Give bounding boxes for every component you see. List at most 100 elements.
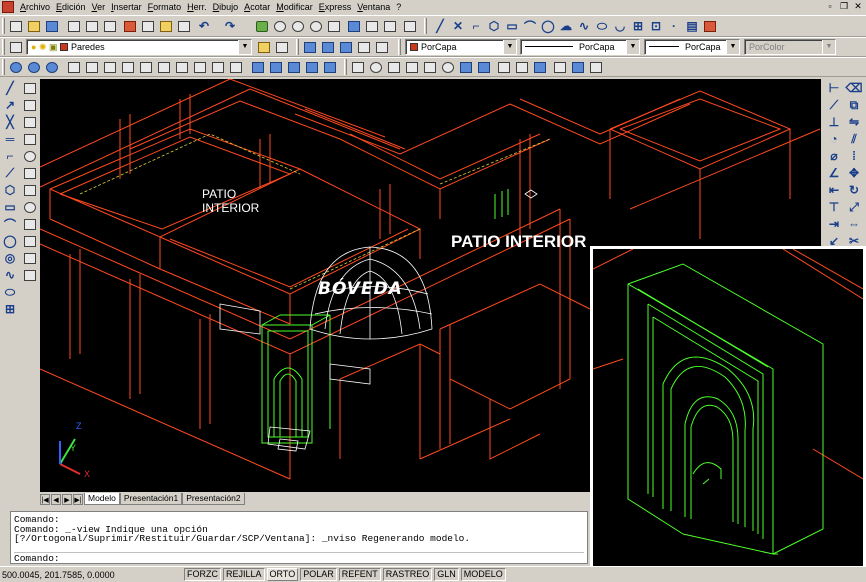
continue-dim-icon[interactable]: ⇥: [826, 216, 842, 232]
slice-icon[interactable]: [496, 59, 512, 75]
open-file-icon[interactable]: [26, 18, 42, 34]
angular-dim-icon[interactable]: ∠: [826, 165, 842, 181]
ucs-object-icon[interactable]: [322, 59, 338, 75]
move-icon[interactable]: ✥: [846, 165, 862, 181]
se-iso-view-icon[interactable]: [192, 59, 208, 75]
aligned-dim-icon[interactable]: ⟋: [826, 97, 842, 113]
3dface-icon[interactable]: [22, 216, 38, 232]
match-properties-icon[interactable]: [176, 18, 192, 34]
arc-icon[interactable]: ⌒: [2, 216, 18, 232]
chevron-down-icon[interactable]: ▼: [626, 40, 639, 54]
pan-icon[interactable]: [254, 18, 270, 34]
wedge-icon[interactable]: [22, 97, 38, 113]
layer-combo[interactable]: ● ✺ ▣ Paredes ▼: [26, 39, 252, 55]
zoom-realtime-icon[interactable]: [272, 18, 288, 34]
front-view-icon[interactable]: [138, 59, 154, 75]
section-icon[interactable]: [514, 59, 530, 75]
stretch-icon[interactable]: ⇔: [846, 216, 862, 232]
region-icon[interactable]: [702, 18, 718, 34]
revolve-icon[interactable]: [476, 59, 492, 75]
toolbar-grip[interactable]: [344, 59, 347, 75]
dish-icon[interactable]: [22, 182, 38, 198]
ucs-world-icon[interactable]: [268, 59, 284, 75]
offset-icon[interactable]: ⫽: [846, 131, 862, 147]
cylinder-icon[interactable]: [386, 59, 402, 75]
materials-icon[interactable]: [588, 59, 604, 75]
hatch-icon[interactable]: ▤: [684, 18, 700, 34]
restore-icon[interactable]: ❐: [838, 1, 850, 12]
scale-icon[interactable]: ⤢: [846, 199, 862, 215]
dim-style-icon[interactable]: [320, 39, 336, 55]
next-tab-icon[interactable]: ▶: [62, 494, 72, 505]
polar-toggle[interactable]: POLAR: [300, 568, 337, 581]
top-view-icon[interactable]: [66, 59, 82, 75]
spline-icon[interactable]: ∿: [2, 267, 18, 283]
shade-icon[interactable]: [552, 59, 568, 75]
cone-icon[interactable]: [404, 59, 420, 75]
menu-herr[interactable]: Herr.: [184, 0, 210, 14]
orbit-icon[interactable]: [8, 59, 24, 75]
zoom-window-icon[interactable]: [290, 18, 306, 34]
3dmesh-icon[interactable]: [22, 233, 38, 249]
table-style-icon[interactable]: [338, 39, 354, 55]
mirror-icon[interactable]: ⇋: [846, 114, 862, 130]
menu-formato[interactable]: Formato: [145, 0, 185, 14]
otrack-toggle[interactable]: RASTREO: [382, 568, 433, 581]
box-icon[interactable]: [22, 80, 38, 96]
chevron-down-icon[interactable]: ▼: [726, 40, 739, 54]
model-space-toggle[interactable]: MODELO: [460, 568, 506, 581]
line-icon[interactable]: ╱: [432, 18, 448, 34]
circle-icon[interactable]: ◯: [2, 233, 18, 249]
minimize-icon[interactable]: ▫: [824, 1, 836, 12]
app-icon[interactable]: [2, 1, 14, 13]
menu-ver[interactable]: Ver: [89, 0, 109, 14]
sheet-set-icon[interactable]: [382, 18, 398, 34]
ortho-toggle[interactable]: ORTO: [266, 568, 299, 581]
circle-icon[interactable]: ◯: [540, 18, 556, 34]
first-tab-icon[interactable]: |◀: [40, 494, 50, 505]
coordinate-readout[interactable]: 500.0045, 201.7585, 0.0000: [0, 570, 184, 580]
box-icon[interactable]: [350, 59, 366, 75]
redo-icon[interactable]: ↷: [222, 18, 238, 34]
publish-icon[interactable]: [102, 18, 118, 34]
polygon-icon[interactable]: ⬡: [486, 18, 502, 34]
nw-iso-view-icon[interactable]: [228, 59, 244, 75]
menu-acotar[interactable]: Acotar: [241, 0, 273, 14]
menu-modificar[interactable]: Modificar: [273, 0, 316, 14]
dome-icon[interactable]: [22, 165, 38, 181]
prev-tab-icon[interactable]: ◀: [51, 494, 61, 505]
layer-manager-icon[interactable]: [8, 39, 24, 55]
toolbar-grip[interactable]: [2, 18, 5, 34]
save-icon[interactable]: [44, 18, 60, 34]
tab-presentacion1[interactable]: Presentación1: [119, 493, 183, 505]
arc-icon[interactable]: ⌒: [522, 18, 538, 34]
toolbar-grip[interactable]: [2, 59, 5, 75]
erase-icon[interactable]: ⌫: [846, 80, 863, 96]
layer-previous-icon[interactable]: [274, 39, 290, 55]
ucs-previous-icon[interactable]: [286, 59, 302, 75]
linetype-combo[interactable]: PorCapa ▼: [520, 39, 640, 55]
tabsurf-icon[interactable]: [22, 267, 38, 283]
diameter-dim-icon[interactable]: ⌀: [826, 148, 842, 164]
block-icon[interactable]: ⊞: [2, 301, 18, 317]
3dpoly-icon[interactable]: ⟋: [2, 165, 18, 181]
toolbar-grip[interactable]: [424, 18, 427, 34]
point-icon[interactable]: ·: [666, 18, 682, 34]
command-window-grip[interactable]: [0, 511, 10, 564]
mline-icon[interactable]: ═: [2, 131, 18, 147]
rectangle-icon[interactable]: ▭: [504, 18, 520, 34]
left-view-icon[interactable]: [102, 59, 118, 75]
toolbar-grip[interactable]: [296, 39, 299, 55]
line-icon[interactable]: ╱: [2, 80, 18, 96]
ray-icon[interactable]: ↗: [2, 97, 18, 113]
new-file-icon[interactable]: [8, 18, 24, 34]
ellipse-icon[interactable]: ⬭: [594, 18, 610, 34]
copy-object-icon[interactable]: ⧉: [846, 97, 862, 113]
print-preview-icon[interactable]: [84, 18, 100, 34]
last-tab-icon[interactable]: ▶|: [73, 494, 83, 505]
ucs-face-icon[interactable]: [304, 59, 320, 75]
rotate-icon[interactable]: ↻: [846, 182, 862, 198]
menu-ventana[interactable]: Ventana: [354, 0, 393, 14]
ellipse-arc-icon[interactable]: ◡: [612, 18, 628, 34]
command-prompt[interactable]: Comando:: [14, 551, 584, 561]
